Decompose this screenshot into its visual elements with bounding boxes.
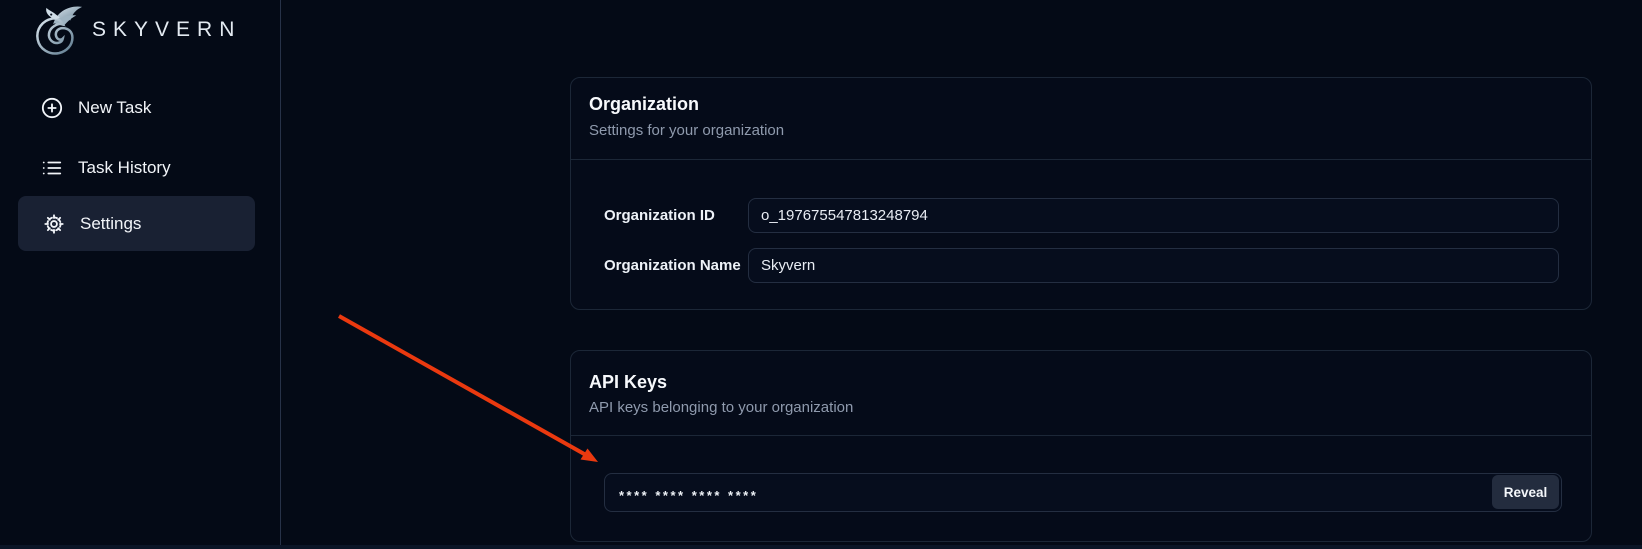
api-keys-card-title: API Keys [589, 373, 1573, 392]
organization-id-label: Organization ID [604, 207, 748, 224]
brand-name: SKYVERN [92, 18, 241, 42]
organization-name-label: Organization Name [604, 257, 748, 274]
sidebar-item-task-history[interactable]: Task History [16, 144, 244, 192]
organization-card-title: Organization [589, 95, 1573, 114]
api-keys-card: API Keys API keys belonging to your orga… [570, 350, 1592, 542]
api-keys-card-header: API Keys API keys belonging to your orga… [571, 351, 1591, 436]
list-icon [41, 157, 63, 179]
api-keys-card-content: Reveal [571, 436, 1591, 512]
sidebar: SKYVERN New Task Task History Settings [0, 0, 281, 549]
organization-name-input[interactable] [748, 248, 1559, 283]
api-key-masked-input[interactable] [604, 473, 1562, 512]
sidebar-item-label: Settings [80, 214, 141, 234]
circle-plus-icon [41, 97, 63, 119]
sidebar-item-label: New Task [78, 98, 151, 118]
sidebar-item-settings[interactable]: Settings [18, 196, 255, 251]
organization-id-row: Organization ID [604, 198, 1559, 233]
organization-card: Organization Settings for your organizat… [570, 77, 1592, 310]
sidebar-item-new-task[interactable]: New Task [16, 84, 244, 132]
organization-card-content: Organization ID Organization Name [571, 160, 1591, 283]
api-keys-card-subtitle: API keys belonging to your organization [589, 400, 1573, 435]
dragon-logo-icon [28, 3, 86, 57]
organization-card-subtitle: Settings for your organization [589, 123, 1573, 159]
organization-card-header: Organization Settings for your organizat… [571, 78, 1591, 160]
api-key-row: Reveal [604, 473, 1562, 512]
gear-icon [43, 213, 65, 235]
sidebar-item-label: Task History [78, 158, 171, 178]
organization-name-row: Organization Name [604, 248, 1559, 283]
organization-id-input[interactable] [748, 198, 1559, 233]
skyvern-logo[interactable]: SKYVERN [28, 2, 241, 58]
window-bottom-edge [0, 545, 1642, 549]
reveal-button[interactable]: Reveal [1492, 475, 1559, 509]
